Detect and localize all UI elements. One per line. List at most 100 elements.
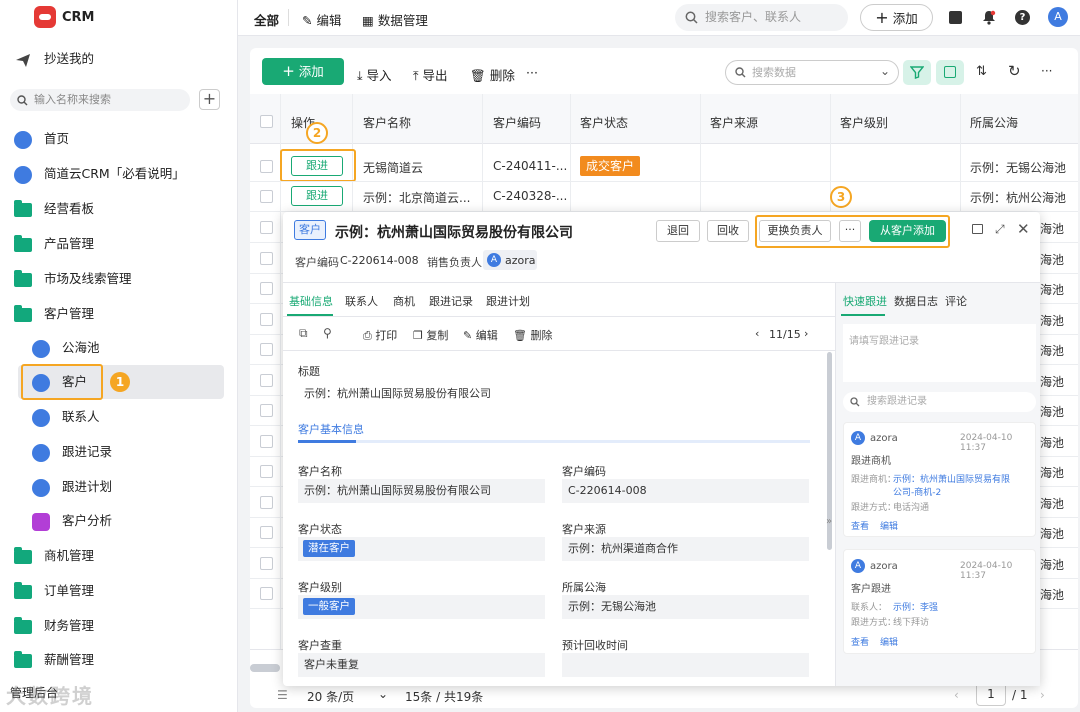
sidebar-item-customer[interactable]: 客户	[32, 369, 87, 395]
import-button[interactable]: ⤓ 导入	[357, 65, 392, 84]
sidebar-item-follow-records[interactable]: 跟进记录	[32, 439, 112, 465]
chevron-down-icon[interactable]: ⌄	[378, 687, 388, 701]
tab-follow-plans[interactable]: 跟进计划	[486, 293, 530, 309]
row-checkbox[interactable]	[260, 221, 273, 234]
record-edit-link[interactable]: 编辑	[880, 519, 898, 532]
sidebar-item-home[interactable]: 首页	[14, 126, 69, 152]
sidebar-item-analysis[interactable]: 客户分析	[32, 508, 112, 534]
tab-data-log[interactable]: 数据日志	[894, 293, 938, 309]
sidebar-item-salary[interactable]: 薪酬管理	[14, 647, 94, 673]
row-checkbox[interactable]	[260, 465, 273, 478]
chevron-down-icon[interactable]: ⌄	[880, 64, 890, 78]
tab-basic-info[interactable]: 基础信息	[289, 293, 333, 309]
link-icon[interactable]: ⚲	[323, 326, 332, 340]
sidebar-item-orders[interactable]: 订单管理	[14, 578, 94, 604]
sidebar-item-contacts[interactable]: 联系人	[32, 404, 100, 430]
record-link-cont[interactable]: 公司-商机-2	[893, 485, 941, 498]
bell-icon[interactable]	[982, 10, 996, 25]
delete-button[interactable]: 🗑 删除	[470, 65, 515, 84]
refresh-icon[interactable]: ↻	[1008, 62, 1021, 80]
sort-icon[interactable]: ⇅	[976, 64, 987, 79]
record-link[interactable]: 示例：李强	[893, 600, 938, 613]
row-checkbox[interactable]	[260, 251, 273, 265]
export-button[interactable]: ⤒ 导出	[413, 65, 448, 84]
collapse-right-icon[interactable]: »	[826, 516, 832, 527]
tab-quick-follow[interactable]: 快速跟进	[843, 293, 887, 309]
delete-record-button[interactable]: 🗑 删除	[513, 327, 552, 343]
cell-customer-name[interactable]: 无锡简道云	[363, 159, 423, 176]
record-view-link[interactable]: 查看	[851, 635, 869, 648]
next-record-icon[interactable]: ›	[804, 327, 808, 340]
row-checkbox[interactable]	[260, 434, 273, 448]
sidebar-add-button[interactable]: +	[199, 89, 220, 110]
more-options-icon[interactable]: ···	[1041, 64, 1052, 78]
more-button[interactable]: ···	[526, 65, 538, 80]
sidebar-item-product[interactable]: 产品管理	[14, 231, 94, 257]
density-icon[interactable]: ☰	[277, 688, 288, 702]
change-owner-button[interactable]: 更换负责人	[759, 220, 831, 242]
add-record-button[interactable]: + 添加	[262, 58, 344, 85]
page-size-select[interactable]: 20 条/页	[307, 688, 354, 705]
row-checkbox[interactable]	[260, 282, 273, 295]
row-checkbox[interactable]	[260, 343, 273, 356]
column-header-source[interactable]: 客户来源	[710, 114, 758, 131]
row-checkbox[interactable]	[260, 495, 273, 509]
expand-icon[interactable]: ⤢	[995, 222, 1005, 237]
follow-search-input[interactable]: 搜索跟进记录	[843, 392, 1036, 412]
data-search-input[interactable]: 搜索数据	[725, 60, 899, 85]
user-avatar[interactable]: A	[1048, 7, 1068, 27]
tab-comments[interactable]: 评论	[945, 293, 967, 309]
copy-button[interactable]: ❐ 复制	[413, 327, 448, 343]
tab-follow-records[interactable]: 跟进记录	[429, 293, 473, 309]
sidebar-item-dashboard[interactable]: 经营看板	[14, 196, 94, 222]
column-header-level[interactable]: 客户级别	[840, 114, 888, 131]
tab-contacts[interactable]: 联系人	[345, 293, 378, 309]
column-header-pool[interactable]: 所属公海	[970, 114, 1018, 131]
quick-follow-textarea[interactable]: 请填写跟进记录	[843, 324, 1036, 382]
more-actions-button[interactable]: ···	[839, 220, 861, 242]
select-all-checkbox[interactable]	[260, 115, 273, 128]
row-checkbox[interactable]	[260, 190, 273, 203]
help-icon[interactable]: ?	[1015, 10, 1030, 25]
next-page-button[interactable]: ›	[1040, 688, 1045, 702]
sidebar-item-market[interactable]: 市场及线索管理	[14, 266, 132, 292]
return-button[interactable]: 退回	[656, 220, 700, 242]
sidebar-item-cc-me[interactable]: 抄送我的	[14, 46, 94, 72]
follow-up-button[interactable]: 跟进	[291, 156, 343, 176]
sidebar-item-customer-mgmt[interactable]: 客户管理	[14, 301, 94, 327]
recycle-button[interactable]: 回收	[707, 220, 749, 242]
row-checkbox[interactable]	[260, 556, 273, 570]
row-checkbox[interactable]	[260, 526, 273, 539]
tab-all[interactable]: 全部	[254, 10, 279, 29]
column-header-status[interactable]: 客户状态	[580, 114, 628, 131]
column-header-name[interactable]: 客户名称	[363, 114, 411, 131]
sidebar-search-input[interactable]: 输入名称来搜索	[10, 89, 190, 111]
record-view-link[interactable]: 查看	[851, 519, 869, 532]
app-center-icon[interactable]	[949, 11, 962, 24]
row-checkbox[interactable]	[260, 312, 273, 326]
record-link[interactable]: 示例：杭州萧山国际贸易有限	[893, 472, 1010, 485]
horizontal-scrollbar[interactable]	[250, 664, 280, 672]
close-icon[interactable]: ✕	[1017, 220, 1030, 238]
sidebar-item-pool[interactable]: 公海池	[32, 335, 100, 361]
data-management-button[interactable]: ▦ 数据管理	[362, 10, 428, 29]
add-from-customer-button[interactable]: 从客户添加	[869, 220, 946, 242]
column-header-code[interactable]: 客户编码	[493, 114, 541, 131]
follow-up-button[interactable]: 跟进	[291, 186, 343, 206]
panel-layout-icon[interactable]	[972, 224, 983, 234]
sidebar-item-opportunity[interactable]: 商机管理	[14, 543, 94, 569]
top-add-button[interactable]: + 添加	[860, 4, 933, 31]
record-edit-link[interactable]: 编辑	[880, 635, 898, 648]
cell-customer-name[interactable]: 示例：北京简道云...	[363, 189, 470, 206]
prev-page-button[interactable]: ‹	[954, 688, 959, 702]
row-checkbox[interactable]	[260, 404, 273, 417]
prev-record-icon[interactable]: ‹	[755, 327, 759, 340]
sidebar-item-follow-plans[interactable]: 跟进计划	[32, 474, 112, 500]
sidebar-item-finance[interactable]: 财务管理	[14, 613, 94, 639]
share-icon[interactable]: ⧉	[299, 326, 308, 341]
sidebar-item-guide[interactable]: 简道云CRM「必看说明」	[14, 161, 185, 187]
edit-button[interactable]: ✎ 编辑	[463, 327, 498, 343]
global-search-input[interactable]: 搜索客户、联系人	[675, 4, 848, 31]
print-button[interactable]: ⎙ 打印	[363, 327, 397, 343]
row-checkbox[interactable]	[260, 160, 273, 173]
